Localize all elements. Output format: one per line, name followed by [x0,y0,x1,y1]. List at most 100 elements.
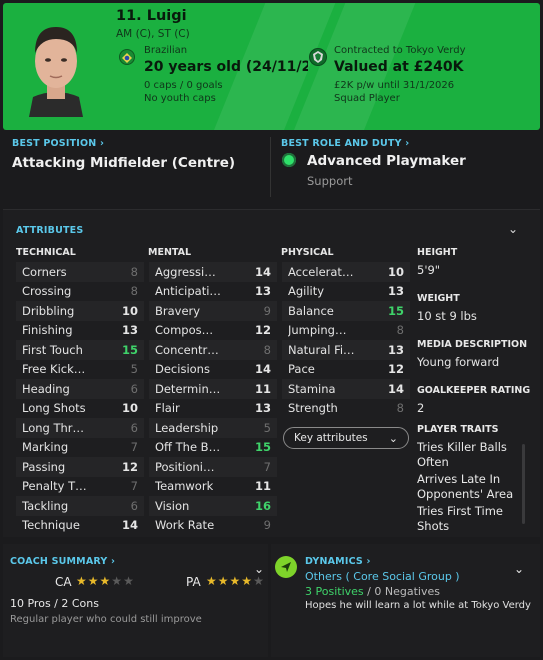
dynamics-note: Hopes he will learn a lot while at Tokyo… [305,600,531,611]
dynamics-title[interactable]: DYNAMICS › [305,556,371,567]
attribute-value: 5 [130,362,138,377]
attribute-name: Leadership [155,420,219,435]
attribute-row[interactable]: Leadership 5 [149,418,277,438]
attribute-row[interactable]: Jumping… 8 [282,321,410,341]
attribute-row[interactable]: Penalty T… 7 [16,477,144,497]
best-position-value: Attacking Midfielder (Centre) [12,155,236,171]
attribute-row[interactable]: Long Thr… 6 [16,418,144,438]
attribute-row[interactable]: Aggressi… 14 [149,262,277,282]
attribute-name: Agility [288,284,325,299]
attribute-row[interactable]: Long Shots 10 [16,399,144,419]
coach-summary-title[interactable]: COACH SUMMARY › [10,556,115,567]
attribute-value: 14 [254,264,271,279]
attribute-value: 13 [387,342,404,357]
star-icon: ★ [229,574,242,588]
attribute-value: 12 [254,323,271,338]
attribute-row[interactable]: Marking 7 [16,438,144,458]
attribute-row[interactable]: Vision 16 [149,496,277,516]
attribute-row[interactable]: Balance 15 [282,301,410,321]
social-group[interactable]: Others ( Core Social Group ) [305,570,460,583]
best-position-title[interactable]: BEST POSITION › [12,138,104,149]
attribute-value: 5 [263,420,271,435]
attribute-row[interactable]: Strength 8 [282,399,410,419]
attribute-value: 7 [130,479,138,494]
attribute-value: 10 [121,401,138,416]
counts-separator: / [367,585,371,598]
mental-header: MENTAL [148,247,192,258]
attributes-collapse-chevron-icon[interactable]: ⌄ [508,222,518,236]
attribute-row[interactable]: Passing 12 [16,457,144,477]
media-description-label: MEDIA DESCRIPTION [417,339,528,350]
dynamics-chevron-icon[interactable]: ⌄ [514,562,524,576]
attribute-value: 8 [396,401,404,416]
attribute-row[interactable]: Heading 6 [16,379,144,399]
star-icon: ★ [253,574,265,588]
pros-cons[interactable]: 10 Pros / 2 Cons [10,597,99,610]
attribute-value: 6 [130,420,138,435]
attribute-row[interactable]: Tackling 6 [16,496,144,516]
traits-scrollbar[interactable] [522,444,525,524]
role-status-dot-icon [282,153,296,167]
youth-caps: No youth caps [144,93,216,104]
attribute-value: 13 [121,323,138,338]
attribute-row[interactable]: Free Kick… 5 [16,360,144,380]
attribute-row[interactable]: Work Rate 9 [149,516,277,536]
attribute-name: Technique [22,518,80,533]
attribute-row[interactable]: Positioni… 7 [149,457,277,477]
technical-header: TECHNICAL [16,247,76,258]
star-icon: ★ [241,574,254,588]
attribute-name: Natural Fi… [288,342,355,357]
dynamics-icon [275,556,297,578]
star-icon: ★ [99,574,112,588]
trait-item: Arrives Late In Opponents' Area [417,472,514,501]
star-icon: ★ [206,574,218,588]
attribute-row[interactable]: Compos… 12 [149,321,277,341]
player-traits-label: PLAYER TRAITS [417,424,499,435]
attribute-value: 8 [396,323,404,338]
attribute-name: Accelerat… [288,264,354,279]
attribute-row[interactable]: Pace 12 [282,360,410,380]
attribute-name: Work Rate [155,518,215,533]
attribute-row[interactable]: Off The B… 15 [149,438,277,458]
attribute-row[interactable]: Crossing 8 [16,282,144,302]
ca-label: CA [55,575,72,589]
key-attributes-dropdown[interactable]: Key attributes ⌄ [283,427,409,449]
attribute-name: Compos… [155,323,214,338]
attribute-name: Dribbling [22,303,75,318]
attribute-row[interactable]: Bravery 9 [149,301,277,321]
attribute-row[interactable]: Stamina 14 [282,379,410,399]
chevron-right-icon: › [110,556,116,567]
pa-label: PA [186,575,201,589]
attribute-row[interactable]: Decisions 14 [149,360,277,380]
attribute-row[interactable]: Teamwork 11 [149,477,277,497]
attribute-value: 7 [130,440,138,455]
attribute-name: Free Kick… [22,362,86,377]
attribute-row[interactable]: Corners 8 [16,262,144,282]
coach-summary-text: Regular player who could still improve [10,614,202,625]
attribute-row[interactable]: Flair 13 [149,399,277,419]
wage-contract: £2K p/w until 31/1/2026 [334,80,455,91]
height-value: 5'9" [417,263,441,277]
attribute-row[interactable]: Anticipati… 13 [149,282,277,302]
attribute-name: Vision [155,498,190,513]
best-role-title[interactable]: BEST ROLE AND DUTY › [281,138,409,149]
player-traits-list[interactable]: Tries Killer Balls Often Arrives Late In… [417,440,517,530]
attribute-row[interactable]: Finishing 13 [16,321,144,341]
attribute-value: 8 [130,264,138,279]
attribute-row[interactable]: Technique 14 [16,516,144,536]
attribute-row[interactable]: Natural Fi… 13 [282,340,410,360]
attribute-value: 14 [121,518,138,533]
dynamics-counts: 3 Positives / 0 Negatives [305,585,440,598]
attribute-row[interactable]: Determin… 11 [149,379,277,399]
attribute-row[interactable]: Agility 13 [282,282,410,302]
attribute-row[interactable]: Accelerat… 10 [282,262,410,282]
chevron-right-icon: › [405,138,410,149]
attribute-row[interactable]: Concentr… 8 [149,340,277,360]
player-header: 11. Luigi AM (C), ST (C) Brazilian 20 ye… [3,3,540,130]
attribute-row[interactable]: Dribbling 10 [16,301,144,321]
attribute-row[interactable]: First Touch 15 [16,340,144,360]
social-group-name: Others [305,570,342,583]
attribute-name: Aggressi… [155,264,216,279]
best-role-value: Advanced Playmaker [307,153,466,169]
contract-club[interactable]: Contracted to Tokyo Verdy [334,45,466,56]
